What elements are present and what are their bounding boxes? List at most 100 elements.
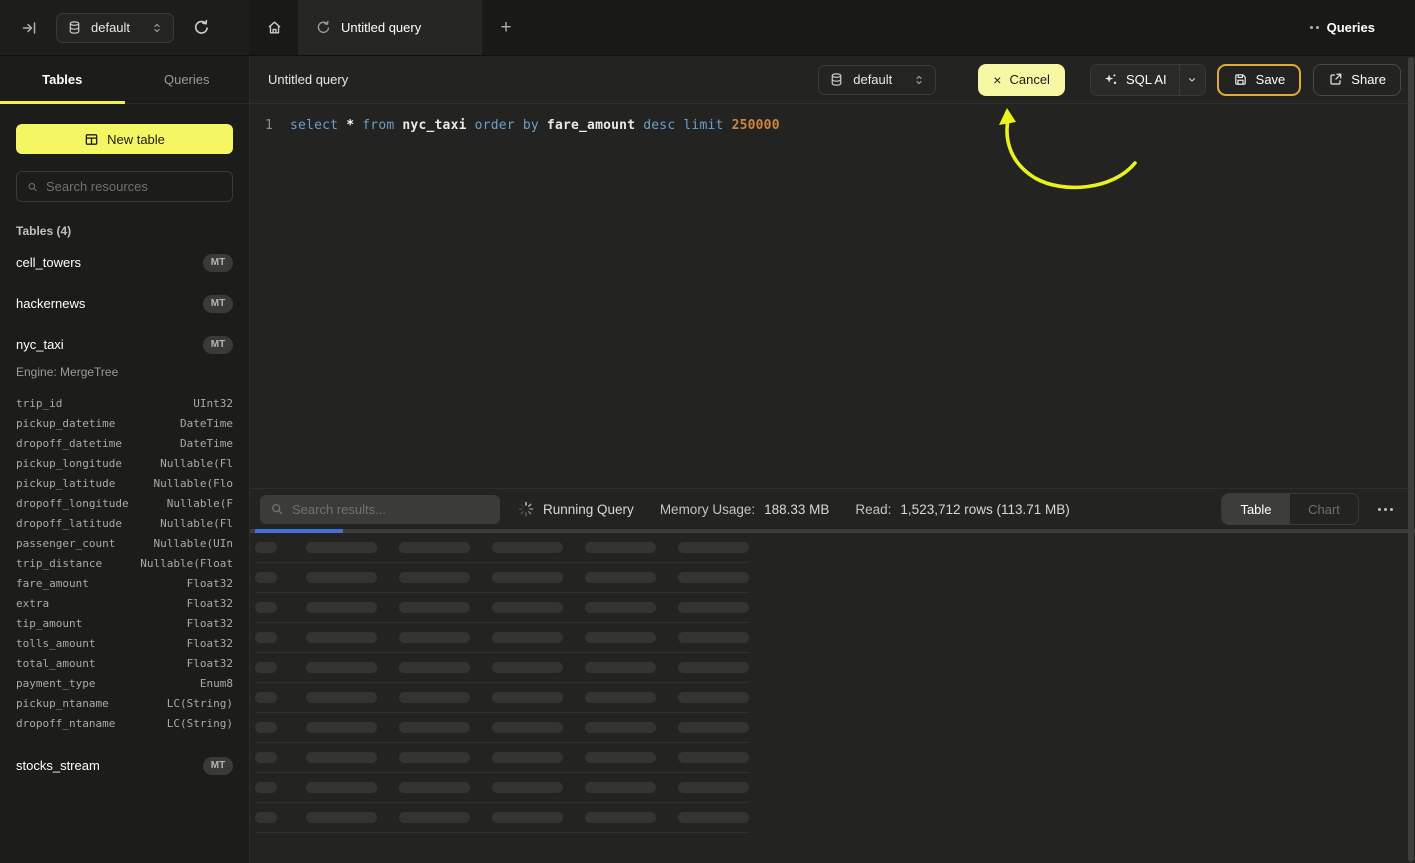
column-type: DateTime	[180, 437, 233, 450]
sql-ai-dropdown-button[interactable]	[1179, 65, 1205, 95]
tab-untitled-query[interactable]: Untitled query	[298, 0, 482, 55]
new-tab-button[interactable]: +	[482, 0, 530, 55]
column-name: total_amount	[16, 657, 95, 670]
sidebar-tabs: Tables Queries	[0, 56, 249, 104]
column-row[interactable]: extraFloat32	[16, 593, 233, 613]
home-tab[interactable]	[250, 0, 298, 55]
column-row[interactable]: trip_distanceNullable(Float	[16, 553, 233, 573]
read-value: 1,523,712 rows (113.71 MB)	[900, 502, 1069, 517]
sql-token: select	[290, 118, 338, 133]
column-row[interactable]: pickup_latitudeNullable(Flo	[16, 473, 233, 493]
skeleton-cell	[492, 572, 563, 583]
search-icon	[270, 502, 284, 516]
new-table-label: New table	[107, 132, 165, 147]
table-item-hackernews[interactable]: hackernews MT	[16, 287, 233, 320]
column-type: Nullable(F	[167, 497, 233, 510]
column-name: tip_amount	[16, 617, 82, 630]
chevron-down-icon	[1186, 74, 1198, 86]
save-button[interactable]: Save	[1217, 64, 1302, 96]
toggle-chart[interactable]: Chart	[1290, 494, 1358, 524]
table-name: stocks_stream	[16, 758, 100, 773]
table-item-nyc-taxi[interactable]: nyc_taxi MT	[16, 328, 233, 361]
table-item-stocks-stream[interactable]: stocks_stream MT	[16, 749, 233, 782]
scrollbar[interactable]	[1408, 57, 1414, 862]
sql-token	[467, 118, 475, 133]
column-type: Float32	[187, 657, 233, 670]
column-row[interactable]: passenger_countNullable(UIn	[16, 533, 233, 553]
column-row[interactable]: pickup_ntanameLC(String)	[16, 693, 233, 713]
sql-token: 250000	[732, 118, 780, 133]
save-label: Save	[1256, 72, 1286, 87]
progress-fill	[255, 529, 343, 533]
sidebar-tab-queries[interactable]: Queries	[125, 56, 250, 103]
query-status: Running Query	[543, 502, 634, 517]
column-name: pickup_datetime	[16, 417, 115, 430]
column-row[interactable]: pickup_datetime DateTime	[16, 413, 233, 433]
query-header: Untitled query default × Cancel	[250, 56, 1415, 104]
sql-token	[724, 118, 732, 133]
column-row[interactable]: dropoff_datetimeDateTime	[16, 433, 233, 453]
active-tab-underline	[0, 101, 125, 104]
column-type: Nullable(Fl	[160, 457, 233, 470]
skeleton-cell	[492, 632, 563, 643]
column-type: DateTime	[180, 417, 233, 430]
line-number: 1	[265, 118, 290, 133]
query-database-value: default	[853, 72, 892, 87]
engine-badge: MT	[203, 336, 233, 354]
skeleton-cell	[585, 602, 656, 613]
toggle-table[interactable]: Table	[1222, 494, 1290, 524]
plus-icon: +	[500, 17, 511, 39]
column-row[interactable]: tip_amountFloat32	[16, 613, 233, 633]
sparkle-icon	[1103, 72, 1118, 87]
column-row[interactable]: dropoff_longitudeNullable(F	[16, 493, 233, 513]
skeleton-cell	[492, 692, 563, 703]
more-options-button[interactable]	[1373, 497, 1397, 521]
results-search	[260, 495, 500, 524]
skeleton-cell	[255, 572, 277, 583]
collapse-sidebar-button[interactable]	[16, 15, 42, 41]
column-row[interactable]: dropoff_latitudeNullable(Fl	[16, 513, 233, 533]
results-loading-skeleton	[250, 533, 1415, 833]
database-selector[interactable]: default	[56, 13, 174, 43]
skeleton-cell	[585, 542, 656, 553]
sidebar-tab-tables[interactable]: Tables	[0, 56, 125, 103]
column-row[interactable]: payment_typeEnum8	[16, 673, 233, 693]
skeleton-cell	[399, 662, 470, 673]
skeleton-cell	[399, 572, 470, 583]
column-name: fare_amount	[16, 577, 89, 590]
skeleton-row	[255, 563, 749, 593]
sidebar-content: New table Tables (4) cell_towers MT hack…	[0, 104, 249, 782]
column-row[interactable]: total_amount Float32	[16, 653, 233, 673]
spinner-icon	[518, 501, 534, 517]
skeleton-cell	[306, 782, 377, 793]
tables-section-label: Tables (4)	[16, 224, 233, 238]
skeleton-cell	[678, 782, 749, 793]
column-type: LC(String)	[167, 717, 233, 730]
skeleton-cell	[255, 602, 277, 613]
column-row[interactable]: fare_amountFloat32	[16, 573, 233, 593]
tab-strip: Untitled query +	[250, 0, 1310, 55]
sql-editor[interactable]: 1 select * from nyc_taxi order by fare_a…	[250, 104, 1415, 488]
refresh-button[interactable]	[188, 15, 214, 41]
skeleton-row	[255, 743, 749, 773]
queries-link[interactable]: Queries	[1310, 20, 1375, 35]
resource-search-input[interactable]	[46, 179, 222, 194]
column-row[interactable]: trip_idUInt32	[16, 393, 233, 413]
column-name: pickup_ntaname	[16, 697, 109, 710]
column-name: trip_distance	[16, 557, 102, 570]
skeleton-row	[255, 803, 749, 833]
table-item-cell-towers[interactable]: cell_towers MT	[16, 246, 233, 279]
results-search-input[interactable]	[292, 502, 490, 517]
skeleton-cell	[306, 752, 377, 763]
skeleton-cell	[678, 662, 749, 673]
query-database-selector[interactable]: default	[818, 65, 936, 95]
skeleton-cell	[585, 662, 656, 673]
column-name: pickup_latitude	[16, 477, 115, 490]
share-button[interactable]: Share	[1313, 64, 1401, 96]
cancel-button[interactable]: × Cancel	[978, 64, 1065, 96]
column-row[interactable]: dropoff_ntanameLC(String)	[16, 713, 233, 733]
column-row[interactable]: tolls_amountFloat32	[16, 633, 233, 653]
new-table-button[interactable]: New table	[16, 124, 233, 154]
column-row[interactable]: pickup_longitudeNullable(Fl	[16, 453, 233, 473]
sql-ai-button[interactable]: SQL AI	[1091, 65, 1179, 95]
